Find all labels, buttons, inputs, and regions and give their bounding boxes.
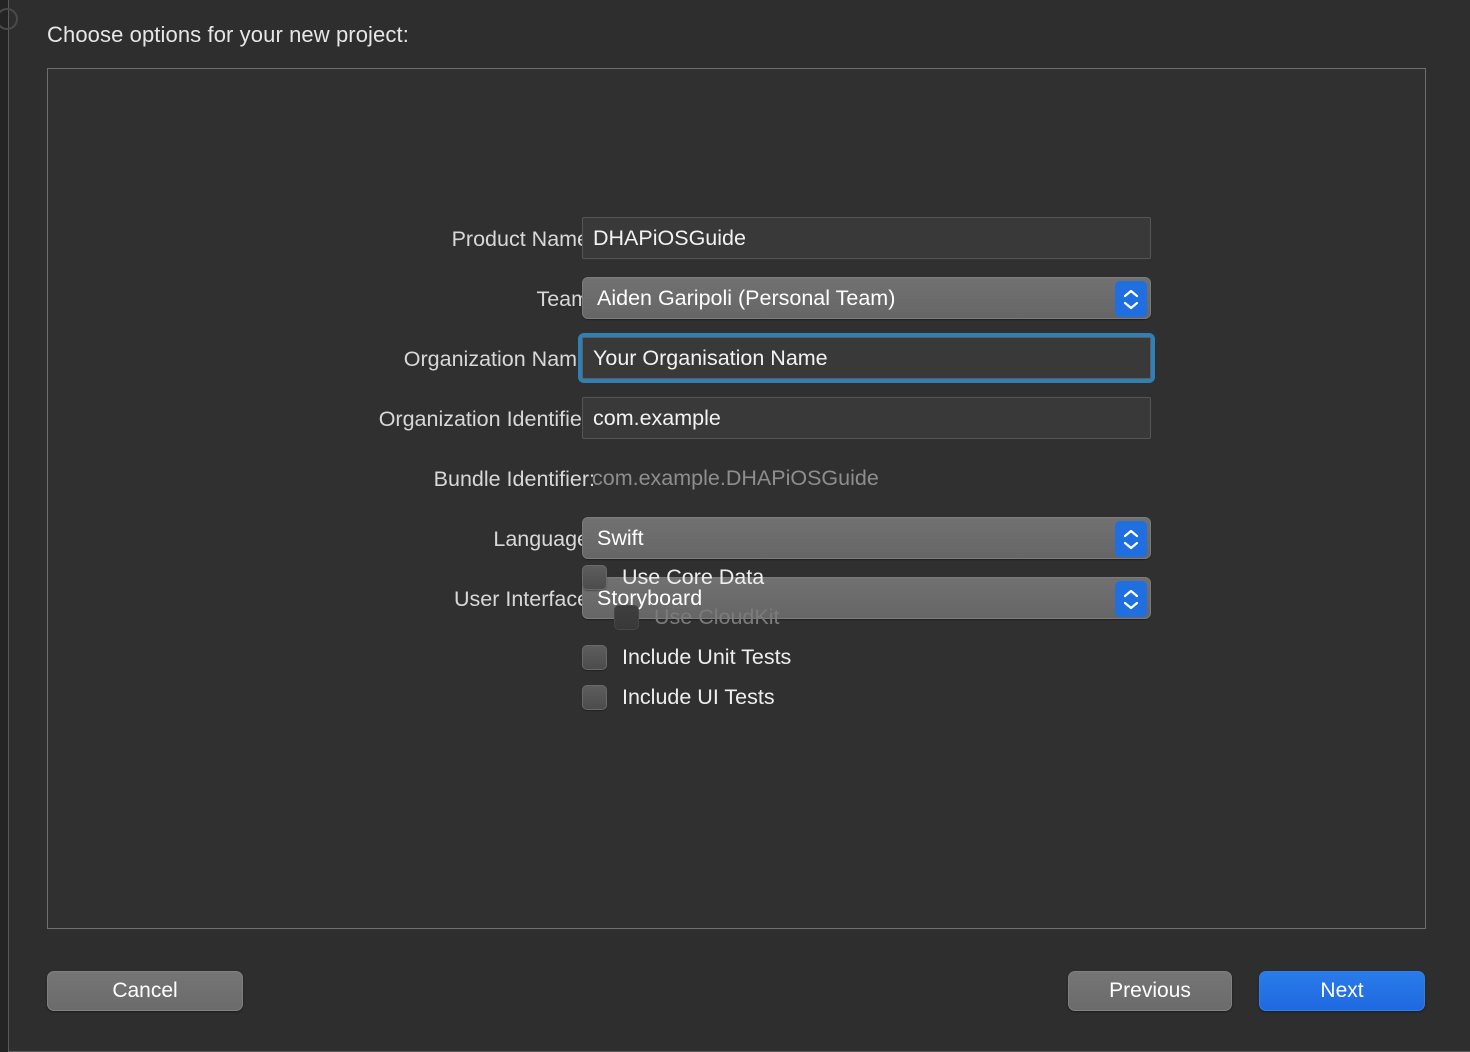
language-select[interactable]: Swift xyxy=(582,517,1151,559)
organization-identifier-input[interactable]: com.example xyxy=(582,397,1151,439)
team-select[interactable]: Aiden Garipoli (Personal Team) xyxy=(582,277,1151,319)
team-control: Aiden Garipoli (Personal Team) xyxy=(582,277,1151,319)
team-select-value: Aiden Garipoli (Personal Team) xyxy=(597,285,896,310)
include-ui-tests-label: Include UI Tests xyxy=(622,684,775,709)
checkbox-row-include-ui-tests[interactable]: Include UI Tests xyxy=(582,677,791,717)
chevron-up-down-icon[interactable] xyxy=(1115,581,1147,617)
window-control-glyph xyxy=(0,8,18,30)
chevron-up-down-icon[interactable] xyxy=(1115,521,1147,557)
use-core-data-checkbox[interactable] xyxy=(582,564,607,590)
form-row-organization-identifier: Organization Identifier: com.example xyxy=(48,397,1427,457)
chevron-up-down-icon[interactable] xyxy=(1115,281,1147,317)
cancel-button[interactable]: Cancel xyxy=(47,971,243,1011)
product-name-control: DHAPiOSGuide xyxy=(582,217,1151,259)
new-project-options-sheet: Choose options for your new project: Pro… xyxy=(0,0,1470,1052)
form-row-organization-name: Organization Name: Your Organisation Nam… xyxy=(48,333,1427,397)
include-unit-tests-label: Include Unit Tests xyxy=(622,644,792,669)
form-row-product-name: Product Name: DHAPiOSGuide xyxy=(48,217,1427,277)
bundle-identifier-value: com.example.DHAPiOSGuide xyxy=(592,465,879,490)
product-name-label: Product Name: xyxy=(451,227,595,251)
language-label: Language: xyxy=(493,527,595,551)
form-row-team: Team: Aiden Garipoli (Personal Team) xyxy=(48,277,1427,337)
next-button[interactable]: Next xyxy=(1259,971,1425,1011)
organization-identifier-control: com.example xyxy=(582,397,1151,439)
checkbox-row-include-unit-tests[interactable]: Include Unit Tests xyxy=(582,637,791,677)
product-name-input[interactable]: DHAPiOSGuide xyxy=(582,217,1151,259)
use-cloudkit-checkbox xyxy=(614,604,639,630)
language-select-value: Swift xyxy=(597,525,644,550)
page-title: Choose options for your new project: xyxy=(47,22,409,47)
use-core-data-label: Use Core Data xyxy=(622,564,765,589)
checkbox-row-use-core-data[interactable]: Use Core Data xyxy=(582,557,791,597)
user-interface-label: User Interface: xyxy=(454,587,595,611)
window-left-chrome xyxy=(0,0,18,1052)
bundle-identifier-control: com.example.DHAPiOSGuide xyxy=(582,457,1151,499)
use-cloudkit-label: Use CloudKit xyxy=(654,604,780,629)
include-unit-tests-checkbox[interactable] xyxy=(582,644,607,670)
options-panel: Product Name: DHAPiOSGuide Team: Aiden G… xyxy=(47,68,1426,929)
project-options-checkboxes: Use Core Data Use CloudKit Include Unit … xyxy=(582,557,791,717)
organization-name-input[interactable]: Your Organisation Name xyxy=(578,333,1155,383)
language-control: Swift xyxy=(582,517,1151,559)
previous-button[interactable]: Previous xyxy=(1068,971,1232,1011)
form-row-bundle-identifier: Bundle Identifier: com.example.DHAPiOSGu… xyxy=(48,457,1427,517)
bundle-identifier-label: Bundle Identifier: xyxy=(433,467,595,491)
organization-name-control: Your Organisation Name xyxy=(578,333,1155,383)
organization-name-label: Organization Name: xyxy=(403,347,595,371)
checkbox-row-use-cloudkit: Use CloudKit xyxy=(582,597,791,637)
include-ui-tests-checkbox[interactable] xyxy=(582,684,607,710)
organization-identifier-label: Organization Identifier: xyxy=(378,407,595,431)
